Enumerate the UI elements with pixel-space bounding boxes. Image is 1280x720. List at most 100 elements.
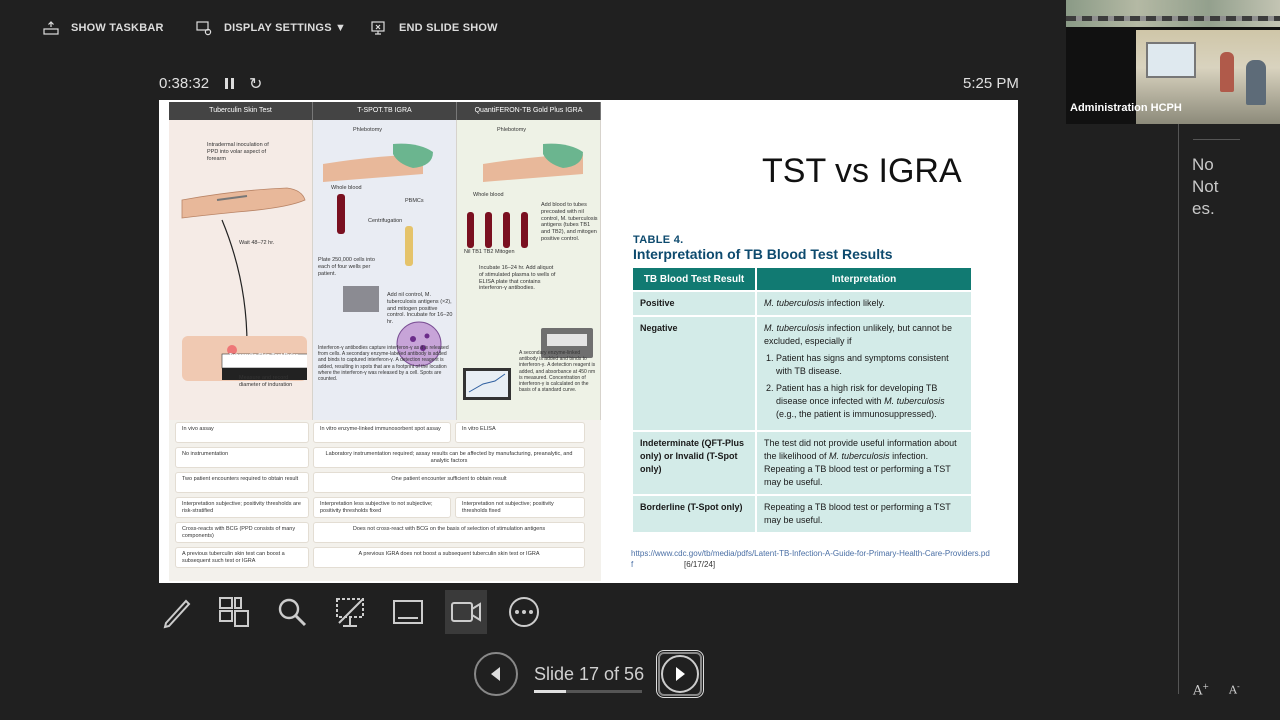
figure-cell: A previous IGRA does not boost a subsequ…	[313, 547, 585, 568]
pen-icon	[163, 599, 191, 629]
tspot-illustration	[323, 143, 442, 367]
forearm-illustration	[181, 187, 307, 381]
figure-note: Measure and record diameter of induratio…	[239, 375, 293, 388]
elapsed-timer: 0:38:32	[159, 75, 210, 92]
figure-note: Phlebotomy	[497, 127, 527, 133]
figure-column-tspot: Phlebotomy Whole blood Centrifugation PB…	[313, 120, 457, 420]
camera-icon	[451, 602, 481, 622]
figure-note: Wait 48–72 hr.	[239, 240, 275, 246]
show-taskbar-button[interactable]: SHOW TASKBAR	[43, 20, 164, 36]
figure-header-tst: Tuberculin Skin Test	[169, 102, 313, 120]
figure-note: Incubate 16–24 hr. Add aliquot of stimul…	[479, 265, 556, 292]
figure-cell: In vitro ELISA	[455, 422, 585, 443]
figure-cell: Interpretation not subjective; positivit…	[455, 497, 585, 518]
source-date: [6/17/24]	[684, 560, 716, 569]
test-comparison-figure: Tuberculin Skin Test T-SPOT.TB IGRA Quan…	[169, 102, 601, 581]
decrease-font-button[interactable]: A-	[1229, 682, 1240, 697]
see-all-slides-button[interactable]	[213, 590, 255, 634]
table-header-result: TB Blood Test Result	[633, 268, 757, 291]
table-label: TABLE 4.	[633, 234, 684, 246]
more-options-button[interactable]	[503, 590, 545, 634]
figure-row: Two patient encounters required to obtai…	[169, 472, 601, 493]
previous-slide-button[interactable]	[474, 652, 518, 696]
figure-cell: In vivo assay	[175, 422, 309, 443]
table-cell-result: Negative	[633, 315, 757, 431]
display-settings-button[interactable]: DISPLAY SETTINGS ▼	[196, 20, 346, 36]
figure-note: Plate 250,000 cells into each of four we…	[318, 257, 375, 277]
presenter-figure	[1220, 52, 1234, 92]
table-cell-interpretation: The test did not provide useful informat…	[756, 430, 973, 495]
figure-cell: Interpretation less subjective to not su…	[313, 497, 451, 518]
slide-progress-fill	[534, 690, 567, 693]
participant-video[interactable]: Administration HCPH	[1066, 0, 1280, 124]
figure-column-quantiferon: Phlebotomy Whole blood Add blood to tube…	[457, 120, 601, 420]
table-row: Negative M. tuberculosis infection unlik…	[633, 315, 973, 431]
figure-illustrations: Intradermal inoculation of PPD into vola…	[169, 120, 601, 420]
current-time: 5:25 PM	[963, 75, 1019, 92]
figure-header-tspot: T-SPOT.TB IGRA	[313, 102, 457, 120]
end-slide-show-button[interactable]: END SLIDE SHOW	[371, 20, 498, 36]
next-slide-ring	[661, 655, 699, 693]
condition-list: Patient has signs and symptoms consisten…	[764, 352, 964, 421]
figure-row: Interpretation subjective; positivity th…	[169, 497, 601, 518]
condition-item: Patient has a high risk for developing T…	[776, 382, 964, 421]
table-cell-result: Positive	[633, 290, 757, 316]
notes-divider[interactable]	[1178, 124, 1179, 694]
pause-timer-icon[interactable]	[222, 76, 236, 92]
table-cell-result: Indeterminate (QFT-Plus only) or Invalid…	[633, 430, 757, 495]
arrow-left-icon	[491, 667, 500, 681]
figure-row: Cross-reacts with BCG (PPD consists of m…	[169, 522, 601, 543]
presenter-view: SHOW TASKBAR DISPLAY SETTINGS ▼ END SLID…	[0, 0, 1280, 720]
interpretation-text: infection likely.	[824, 298, 885, 308]
figure-note: Tuberculin Skin Test Ruler	[229, 353, 298, 359]
organism-name: M. tuberculosis	[884, 396, 945, 406]
subtitles-icon	[393, 600, 423, 624]
figure-note: Phlebotomy	[353, 127, 383, 133]
subtitles-button[interactable]	[387, 590, 429, 634]
figure-note: A secondary enzyme-linked antibody is ad…	[519, 350, 596, 394]
figure-cell: Does not cross-react with BCG on the bas…	[313, 522, 585, 543]
figure-note: Add blood to tubes precoated with nil co…	[541, 202, 598, 242]
more-icon	[509, 597, 539, 627]
figure-comparison-rows: In vivo assay In vitro enzyme-linked imm…	[169, 422, 601, 572]
table-title: Interpretation of TB Blood Test Results	[633, 246, 893, 262]
zoom-icon	[278, 598, 307, 627]
display-settings-icon	[196, 21, 212, 36]
table-cell-interpretation: M. tuberculosis infection unlikely, but …	[756, 315, 973, 431]
display-settings-label: DISPLAY SETTINGS ▼	[224, 22, 347, 34]
figure-row: No instrumentation Laboratory instrument…	[169, 447, 601, 468]
figure-note: Add nil control, M. tuberculosis antigen…	[387, 292, 453, 326]
figure-cell: One patient encounter sufficient to obta…	[313, 472, 585, 493]
figure-note: Whole blood	[473, 192, 504, 198]
figure-note: Centrifugation	[368, 218, 403, 224]
reset-timer-icon[interactable]: ↻	[249, 74, 262, 94]
table-row: Positive M. tuberculosis infection likel…	[633, 290, 973, 316]
current-slide: Tuberculin Skin Test T-SPOT.TB IGRA Quan…	[159, 100, 1018, 583]
figure-header: Tuberculin Skin Test T-SPOT.TB IGRA Quan…	[169, 102, 601, 120]
notes-separator	[1193, 139, 1240, 140]
black-screen-button[interactable]	[329, 590, 371, 634]
slides-grid-icon	[219, 597, 249, 627]
figure-note: Whole blood	[331, 185, 362, 191]
figure-cell: A previous tuberculin skin test can boos…	[175, 547, 309, 568]
figure-note: Interferon-γ antibodies capture interfer…	[318, 345, 449, 383]
table-cell-interpretation: M. tuberculosis infection likely.	[756, 290, 973, 316]
video-thumbnail-strip	[1066, 0, 1280, 27]
next-slide-button[interactable]	[656, 650, 704, 698]
condition-text: (e.g., the patient is immunosuppressed).	[776, 409, 937, 419]
figure-cell: In vitro enzyme-linked immunosorbent spo…	[313, 422, 451, 443]
figure-row: A previous tuberculin skin test can boos…	[169, 547, 601, 568]
figure-cell: No instrumentation	[175, 447, 309, 468]
pointer-icon	[336, 598, 364, 627]
condition-item: Patient has signs and symptoms consisten…	[776, 352, 964, 378]
figure-header-quantiferon: QuantiFERON-TB Gold Plus IGRA	[457, 102, 601, 120]
camera-toggle-button[interactable]	[445, 590, 487, 634]
increase-font-button[interactable]: A+	[1193, 682, 1209, 698]
table-header-interpretation: Interpretation	[756, 268, 973, 291]
slide-progress-bar	[534, 690, 642, 693]
source-date-wrap: [6/17/24]	[684, 559, 715, 570]
zoom-button[interactable]	[271, 590, 313, 634]
pen-tool-button[interactable]	[156, 590, 198, 634]
figure-cell: Laboratory instrumentation required; ass…	[313, 447, 585, 468]
figure-cell: Cross-reacts with BCG (PPD consists of m…	[175, 522, 309, 543]
